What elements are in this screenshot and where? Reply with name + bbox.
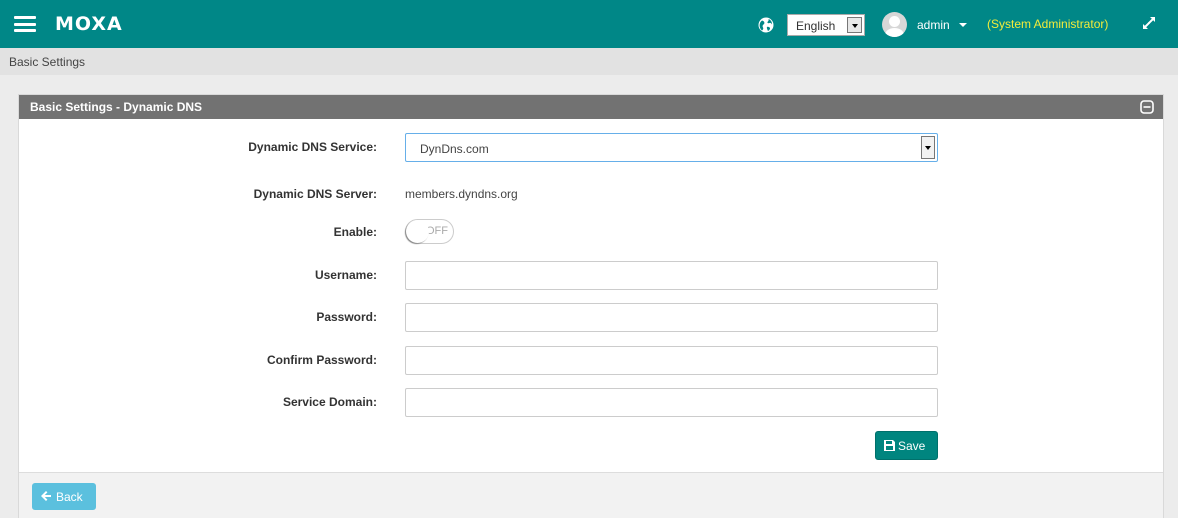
toggle-state: OFF bbox=[426, 225, 448, 237]
confirm-password-label: Confirm Password: bbox=[266, 353, 377, 367]
collapse-icon[interactable] bbox=[1140, 100, 1154, 114]
arrow-left-icon bbox=[41, 491, 51, 501]
language-value: English bbox=[796, 19, 836, 33]
dns-server-value: members.dyndns.org bbox=[405, 187, 518, 201]
user-role: (System Administrator) bbox=[987, 17, 1109, 31]
password-input[interactable] bbox=[405, 303, 938, 332]
back-label: Back bbox=[56, 490, 83, 504]
server-label: Dynamic DNS Server: bbox=[253, 187, 377, 201]
save-button[interactable]: Save bbox=[875, 431, 938, 460]
moxa-logo: MOXA bbox=[55, 13, 123, 35]
chevron-down-icon[interactable] bbox=[847, 17, 862, 33]
service-domain-input[interactable] bbox=[405, 388, 938, 417]
top-navbar: MOXA English admin (System Administrator… bbox=[0, 0, 1178, 48]
breadcrumb: Basic Settings bbox=[9, 55, 86, 69]
chevron-down-icon[interactable] bbox=[921, 136, 935, 159]
enable-label: Enable: bbox=[333, 225, 377, 239]
password-label: Password: bbox=[316, 310, 377, 324]
dns-service-select[interactable]: DynDns.com bbox=[405, 133, 938, 162]
panel-header: Basic Settings - Dynamic DNS bbox=[19, 95, 1163, 119]
dynamic-dns-panel: Basic Settings - Dynamic DNS Dynamic DNS… bbox=[18, 94, 1164, 518]
confirm-password-input[interactable] bbox=[405, 346, 938, 375]
username-input[interactable] bbox=[405, 261, 938, 290]
caret-down-icon[interactable] bbox=[959, 23, 967, 27]
expand-icon[interactable] bbox=[1141, 15, 1157, 31]
panel-title: Basic Settings - Dynamic DNS bbox=[30, 100, 203, 114]
username-label: Username: bbox=[314, 268, 377, 282]
breadcrumb-bar: Basic Settings bbox=[0, 48, 1178, 75]
service-domain-label: Service Domain: bbox=[282, 395, 377, 409]
enable-toggle[interactable]: OFF bbox=[405, 219, 454, 244]
toggle-knob bbox=[406, 220, 429, 243]
hamburger-icon[interactable] bbox=[14, 16, 36, 32]
avatar-icon[interactable] bbox=[882, 12, 907, 37]
save-label: Save bbox=[898, 439, 926, 453]
floppy-disk-icon bbox=[884, 440, 895, 451]
service-label: Dynamic DNS Service: bbox=[248, 140, 377, 154]
back-button[interactable]: Back bbox=[32, 483, 96, 510]
dns-service-value: DynDns.com bbox=[420, 142, 489, 156]
user-menu[interactable]: admin bbox=[917, 18, 950, 32]
panel-footer: Back bbox=[19, 472, 1163, 518]
globe-icon bbox=[758, 17, 774, 33]
language-select[interactable]: English bbox=[787, 14, 865, 36]
